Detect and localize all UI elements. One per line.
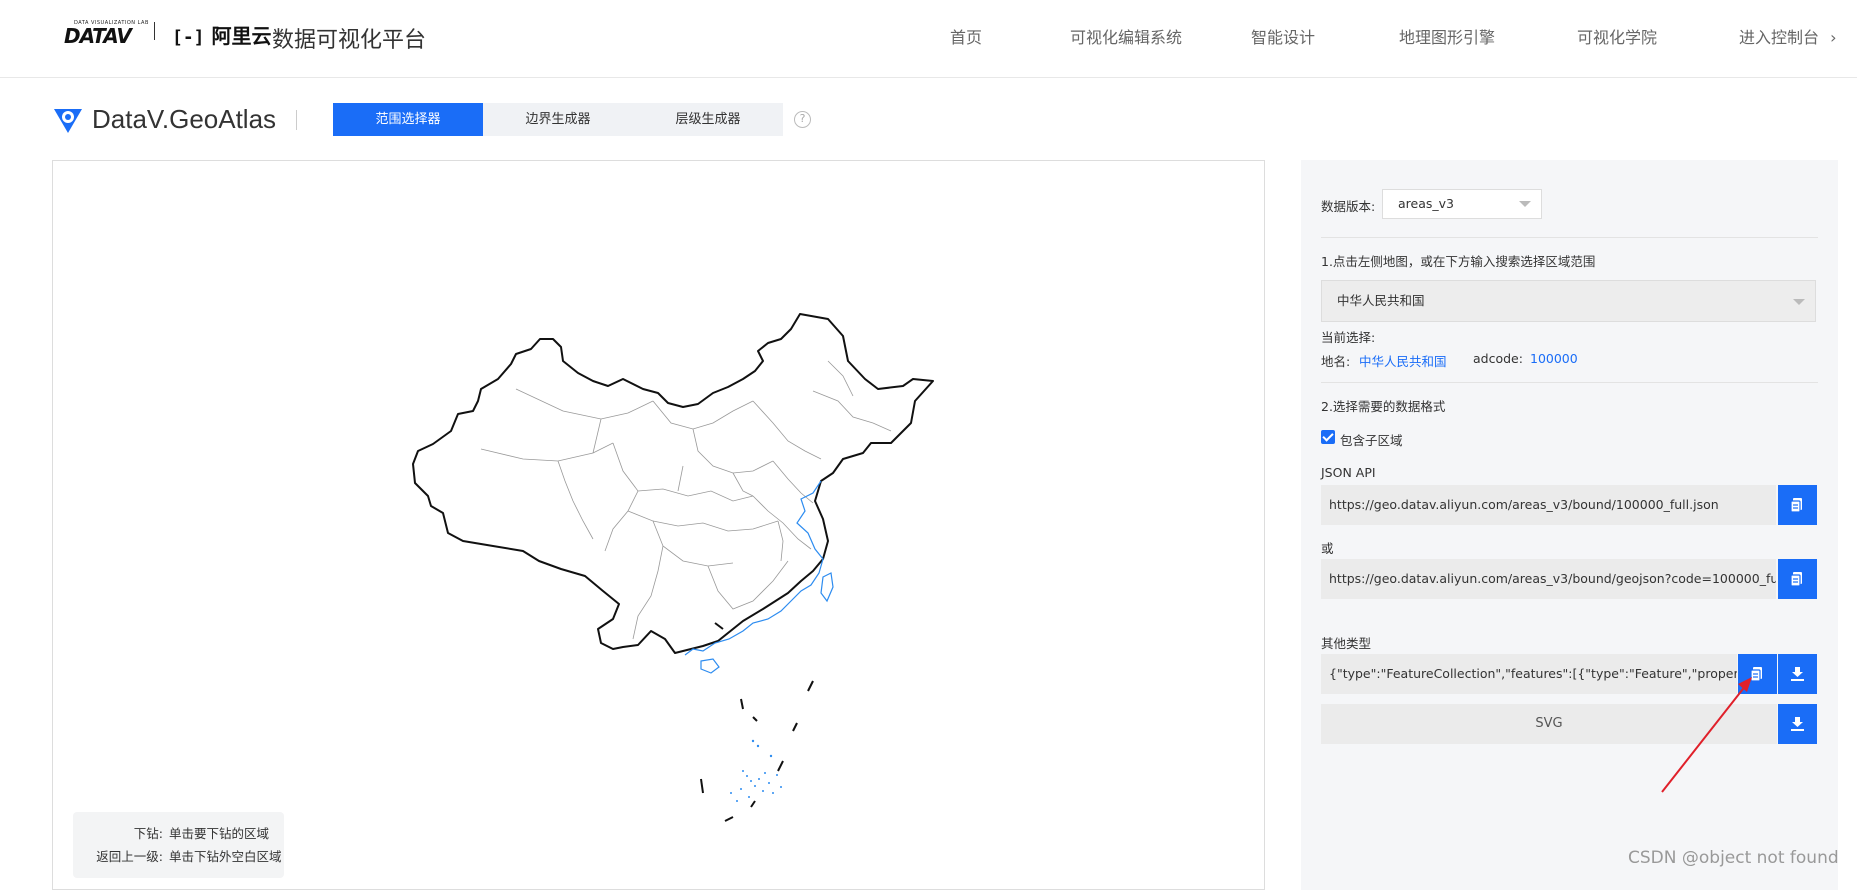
geoatlas-logo-icon <box>54 109 82 133</box>
download-icon <box>1791 667 1804 681</box>
nav-item-geo-engine[interactable]: 地理图形引擎 <box>1399 24 1495 48</box>
hint-row-drill-down: 下钻: 单击要下钻的区域 <box>73 822 284 845</box>
aliyun-logo-mark: [-] <box>172 27 205 48</box>
tab-boundary-generator[interactable]: 边界生成器 <box>483 103 633 136</box>
geojson-url-field[interactable]: https://geo.datav.aliyun.com/areas_v3/bo… <box>1321 559 1776 599</box>
tab-range-selector[interactable]: 范围选择器 <box>333 103 483 136</box>
hint-key: 返回上一级: <box>96 849 163 864</box>
include-subregions-checkbox[interactable] <box>1321 430 1335 444</box>
map-hint-box: 下钻: 单击要下钻的区域 返回上一级: 单击下钻外空白区域 <box>73 812 284 878</box>
adcode-value: 100000 <box>1530 351 1578 366</box>
hint-value: 单击下钻外空白区域 <box>169 849 282 864</box>
step-1-instruction: 1.点击左侧地图，或在下方输入搜索选择区域范围 <box>1321 254 1596 269</box>
south-china-sea-islands <box>730 739 782 802</box>
chevron-down-icon <box>1793 299 1805 305</box>
download-icon <box>1791 717 1804 731</box>
divider <box>1321 237 1818 238</box>
brand-divider <box>154 22 155 40</box>
json-api-url-field[interactable]: https://geo.datav.aliyun.com/areas_v3/bo… <box>1321 485 1776 525</box>
current-selection-label: 当前选择: <box>1321 330 1376 345</box>
chevron-right-icon: › <box>1830 28 1837 47</box>
top-navigation: DATA VISUALIZATION LAB DATAV [-] 阿里云 数据可… <box>0 0 1857 78</box>
copy-json-api-button[interactable] <box>1778 485 1817 525</box>
nine-dash-line <box>700 622 814 822</box>
settings-panel: 数据版本: areas_v3 1.点击左侧地图，或在下方输入搜索选择区域范围 中… <box>1301 160 1838 890</box>
help-icon[interactable]: ? <box>794 111 811 128</box>
region-search-select[interactable]: 中华人民共和国 <box>1321 280 1816 322</box>
hainan-island <box>700 658 720 674</box>
chevron-down-icon <box>1519 201 1531 207</box>
tab-level-generator[interactable]: 层级生成器 <box>633 103 783 136</box>
china-map[interactable] <box>53 161 1266 891</box>
data-version-value: areas_v3 <box>1398 196 1454 211</box>
hint-key: 下钻: <box>133 826 163 841</box>
data-version-select[interactable]: areas_v3 <box>1382 189 1542 219</box>
watermark: CSDN @object not found <box>1628 848 1839 868</box>
other-types-label: 其他类型 <box>1321 636 1372 651</box>
title-divider <box>296 110 297 130</box>
tool-tabs: 范围选择器 边界生成器 层级生成器 <box>333 103 783 136</box>
nav-item-console[interactable]: 进入控制台 › <box>1739 24 1837 48</box>
download-svg-button[interactable] <box>1778 704 1817 744</box>
adcode-label: adcode: <box>1473 351 1523 366</box>
china-outline <box>412 313 934 654</box>
platform-title: 数据可视化平台 <box>272 28 427 53</box>
nav-item-smart-design[interactable]: 智能设计 <box>1251 24 1315 48</box>
geoatlas-title: DataV.GeoAtlas <box>92 104 277 134</box>
aliyun-logo-text: 阿里云 <box>211 24 272 48</box>
json-api-label: JSON API <box>1321 465 1376 480</box>
aliyun-logo[interactable]: [-] 阿里云 <box>172 20 271 49</box>
geojson-content-field[interactable]: {"type":"FeatureCollection","features":[… <box>1321 654 1737 694</box>
place-name-label: 地名: <box>1321 354 1351 369</box>
divider <box>1321 382 1818 383</box>
place-name-value: 中华人民共和国 <box>1359 354 1447 369</box>
region-select-value: 中华人民共和国 <box>1337 293 1425 308</box>
hint-value: 单击要下钻的区域 <box>169 826 270 841</box>
taiwan-island <box>820 572 834 603</box>
hint-row-go-back: 返回上一级: 单击下钻外空白区域 <box>73 845 284 868</box>
data-version-label: 数据版本: <box>1321 199 1376 214</box>
datav-logo-text: DATAV <box>64 24 132 48</box>
copy-geojson-button[interactable] <box>1778 559 1817 599</box>
nav-item-academy[interactable]: 可视化学院 <box>1577 24 1657 48</box>
nav-item-home[interactable]: 首页 <box>950 24 982 48</box>
copy-geojson-content-button[interactable] <box>1738 654 1777 694</box>
nav-item-visual-editor[interactable]: 可视化编辑系统 <box>1070 24 1182 48</box>
svg-format-field: SVG <box>1321 704 1777 744</box>
include-subregions-label[interactable]: 包含子区域 <box>1340 430 1403 449</box>
or-label: 或 <box>1321 541 1334 556</box>
download-geojson-button[interactable] <box>1778 654 1817 694</box>
copy-icon <box>1750 667 1762 682</box>
copy-icon <box>1790 498 1802 513</box>
map-panel[interactable]: 下钻: 单击要下钻的区域 返回上一级: 单击下钻外空白区域 <box>52 160 1265 890</box>
copy-icon <box>1790 572 1802 587</box>
console-label: 进入控制台 <box>1739 28 1820 47</box>
datav-logo[interactable]: DATA VISUALIZATION LAB DATAV <box>64 20 148 48</box>
step-2-instruction: 2.选择需要的数据格式 <box>1321 399 1446 414</box>
